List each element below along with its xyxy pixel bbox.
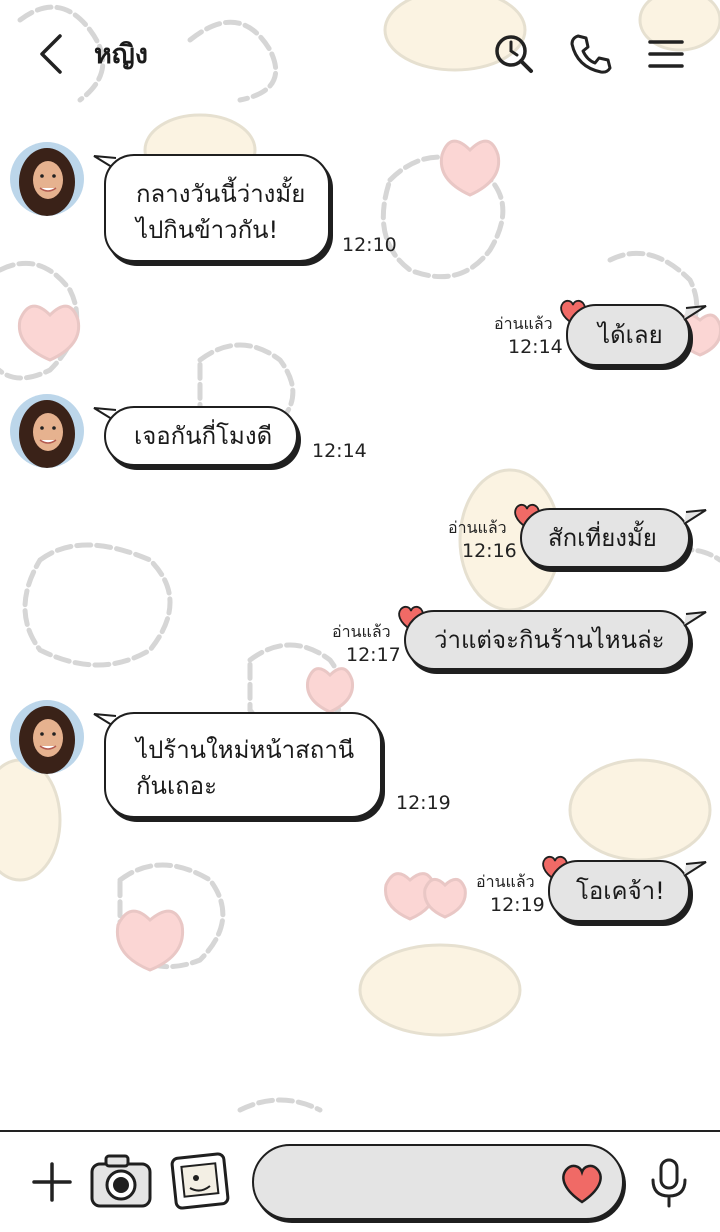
message-time: 12:17 xyxy=(346,644,401,666)
avatar-photo-icon xyxy=(10,142,84,216)
message-text: โอเคจ้า! xyxy=(576,877,665,905)
message-text: ไปร้านใหม่หน้าสถานี กันเถอะ xyxy=(136,736,355,800)
read-status: อ่านแล้ว xyxy=(448,518,507,537)
heart-icon[interactable] xyxy=(558,1160,606,1206)
message-time: 12:14 xyxy=(508,336,563,358)
message-sent: อ่านแล้ว 12:19 โอเคจ้า! xyxy=(0,852,720,932)
message-composer xyxy=(0,1130,720,1232)
message-text: กลางวันนี้ว่างมั้ย ไปกินข้าวกัน! xyxy=(136,180,306,244)
message-text: ได้เลย xyxy=(598,321,663,349)
plus-icon[interactable] xyxy=(28,1158,76,1206)
message-time: 12:19 xyxy=(490,894,545,916)
avatar[interactable] xyxy=(10,394,84,468)
avatar[interactable] xyxy=(10,700,84,774)
bubble-tail xyxy=(683,509,707,525)
avatar-photo-icon xyxy=(10,394,84,468)
message-time: 12:10 xyxy=(342,234,397,256)
clock-search-icon[interactable] xyxy=(490,30,538,78)
camera-icon[interactable] xyxy=(88,1152,154,1210)
chat-header: หญิง xyxy=(0,0,720,110)
message-sent: อ่านแล้ว 12:14 ได้เลย xyxy=(0,298,720,378)
chevron-left-icon[interactable] xyxy=(30,30,74,78)
bubble-tail xyxy=(683,861,707,877)
microphone-icon[interactable] xyxy=(644,1156,694,1210)
message-time: 12:19 xyxy=(396,792,451,814)
read-status: อ่านแล้ว xyxy=(332,622,391,641)
message-bubble[interactable]: สักเที่ยงมั้ย xyxy=(520,508,690,568)
bubble-tail xyxy=(683,305,707,321)
message-input[interactable] xyxy=(278,1164,548,1200)
message-sent: อ่านแล้ว 12:17 ว่าแต่จะกินร้านไหนล่ะ xyxy=(0,602,720,682)
message-bubble[interactable]: ไปร้านใหม่หน้าสถานี กันเถอะ xyxy=(104,712,382,818)
message-bubble[interactable]: กลางวันนี้ว่างมั้ย ไปกินข้าวกัน! xyxy=(104,154,330,262)
message-text: เจอกันกี่โมงดี xyxy=(134,422,273,450)
chat-title: หญิง xyxy=(94,39,148,70)
message-sent: อ่านแล้ว 12:16 สักเที่ยงมั้ย xyxy=(0,500,720,580)
read-status: อ่านแล้ว xyxy=(494,314,553,333)
message-text: ว่าแต่จะกินร้านไหนล่ะ xyxy=(434,626,665,654)
message-bubble[interactable]: โอเคจ้า! xyxy=(548,860,690,922)
menu-icon[interactable] xyxy=(642,30,690,78)
message-time: 12:14 xyxy=(312,440,367,462)
message-bubble[interactable]: ได้เลย xyxy=(566,304,690,366)
bubble-tail xyxy=(683,611,707,627)
avatar[interactable] xyxy=(10,142,84,216)
message-received: เจอกันกี่โมงดี 12:14 xyxy=(0,392,720,482)
message-text: สักเที่ยงมั้ย xyxy=(548,524,657,552)
avatar-photo-icon xyxy=(10,700,84,774)
photo-icon[interactable] xyxy=(170,1150,232,1212)
message-time: 12:16 xyxy=(462,540,517,562)
message-bubble[interactable]: เจอกันกี่โมงดี xyxy=(104,406,298,466)
read-status: อ่านแล้ว xyxy=(476,872,535,891)
message-received: ไปร้านใหม่หน้าสถานี กันเถอะ 12:19 xyxy=(0,698,720,828)
message-bubble[interactable]: ว่าแต่จะกินร้านไหนล่ะ xyxy=(404,610,690,670)
message-input-box[interactable] xyxy=(252,1144,624,1220)
message-received: กลางวันนี้ว่างมั้ย ไปกินข้าวกัน! 12:10 xyxy=(0,140,720,270)
phone-icon[interactable] xyxy=(566,30,614,78)
